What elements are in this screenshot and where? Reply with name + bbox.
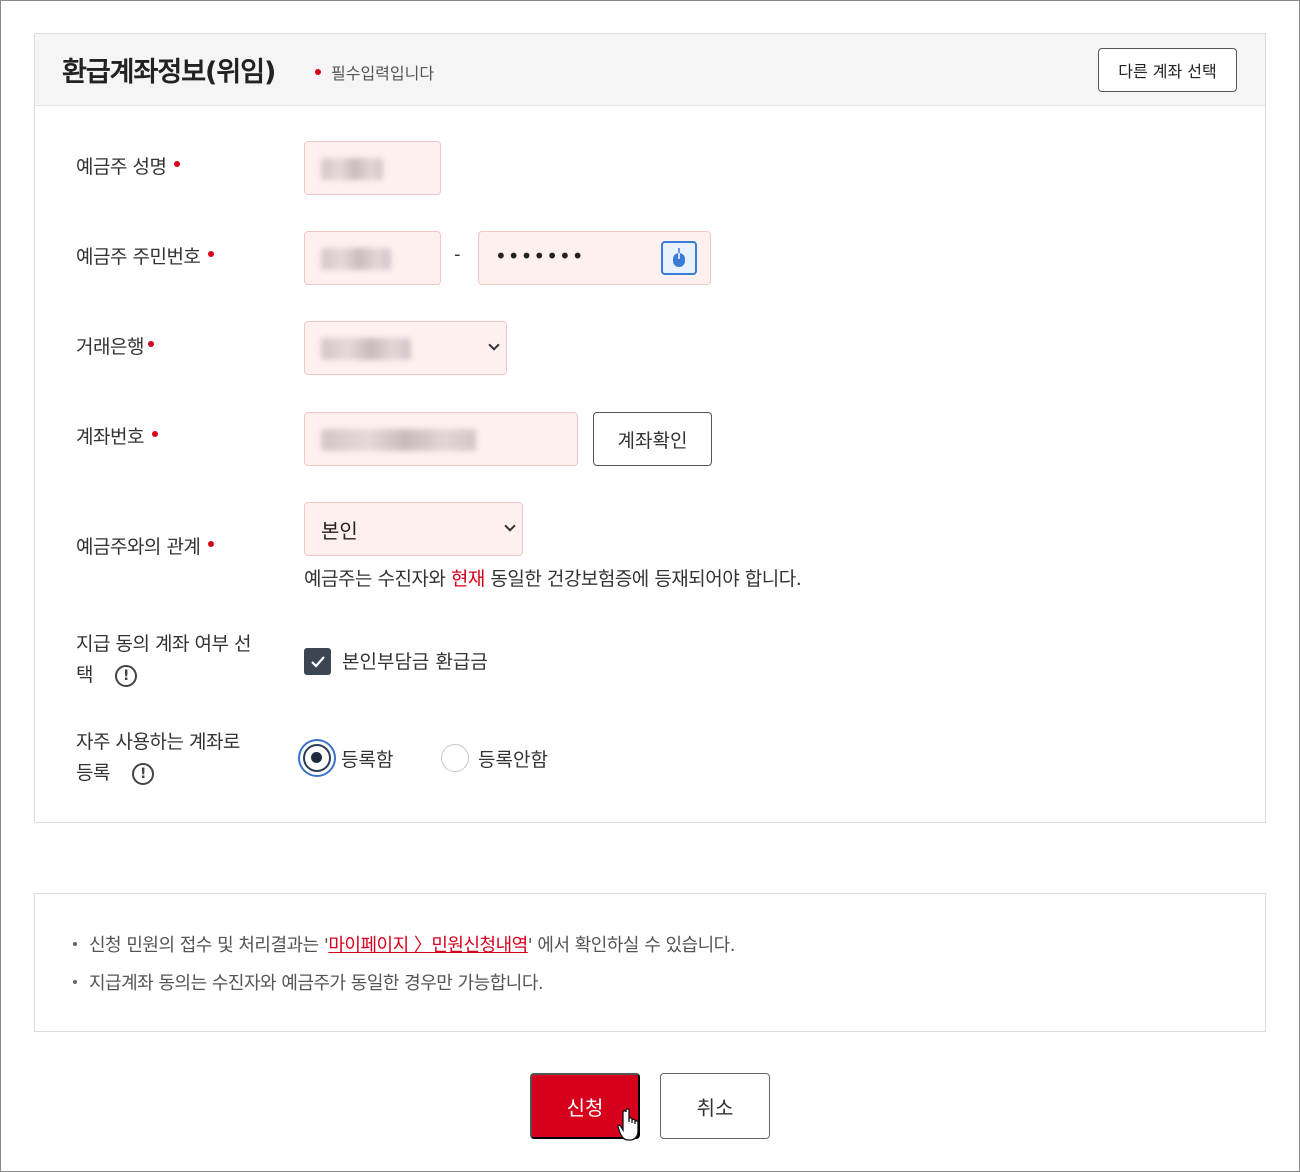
notice-item2-text: 지급계좌 동의는 수진자와 예금주가 동일한 경우만 가능합니다. — [89, 973, 544, 994]
verify-account-button[interactable]: 계좌확인 — [593, 412, 712, 466]
mypage-history-link[interactable]: 마이페이지 〉민원신청내역 — [328, 931, 528, 957]
notice-item: 지급계좌 동의는 수진자와 예금주가 동일한 경우만 가능합니다. — [73, 969, 544, 995]
radio-register[interactable] — [303, 744, 331, 772]
refund-account-panel: 환급계좌정보(위임) 필수입력입니다 다른 계좌 선택 예금주 성명 예금주 주… — [34, 33, 1266, 823]
holder-id-back-input[interactable]: ••••••• — [478, 231, 711, 285]
required-note: 필수입력입니다 — [313, 60, 434, 84]
favorite-label-line2: 등록 — [76, 762, 110, 784]
required-note-text: 필수입력입니다 — [331, 64, 435, 83]
secure-keypad-icon[interactable] — [661, 241, 697, 275]
masked-name-value — [321, 158, 383, 180]
hand-cursor-icon — [617, 1108, 639, 1141]
info-icon[interactable]: ! — [114, 664, 137, 687]
consent-checkbox-label[interactable]: 본인부담금 환급금 — [342, 647, 488, 674]
holder-name-label: 예금주 성명 — [76, 152, 190, 183]
info-icon[interactable]: ! — [131, 762, 154, 785]
hint-suffix: 동일한 건강보험증에 등재되어야 합니다. — [484, 568, 802, 590]
relation-selected-value: 본인 — [321, 519, 358, 543]
hint-accent: 현재 — [450, 568, 485, 590]
notice-box: 신청 민원의 접수 및 처리결과는 ' 마이페이지 〉민원신청내역 ' 에서 확… — [34, 893, 1266, 1032]
notice-item1-suffix: ' 에서 확인하실 수 있습니다. — [527, 935, 736, 956]
bank-select[interactable] — [304, 321, 507, 375]
notice-item: 신청 민원의 접수 및 처리결과는 ' 마이페이지 〉민원신청내역 ' 에서 확… — [73, 931, 735, 957]
id-back-masked: ••••••• — [495, 244, 585, 268]
consent-label-line1: 지급 동의 계좌 여부 선 — [76, 633, 251, 655]
notice-item1-prefix: 신청 민원의 접수 및 처리결과는 ' — [89, 935, 329, 956]
radio-not-register[interactable] — [441, 744, 469, 772]
consent-checkbox[interactable] — [304, 648, 331, 675]
required-dot-icon — [208, 540, 215, 547]
holder-id-front-input[interactable] — [304, 231, 441, 285]
panel-header: 환급계좌정보(위임) 필수입력입니다 다른 계좌 선택 — [35, 34, 1265, 106]
masked-id-front-value — [321, 248, 391, 270]
masked-bank-value — [321, 338, 411, 360]
id-separator: - — [454, 244, 461, 265]
consent-label-line2: 택 — [76, 664, 93, 686]
required-dot-icon — [174, 160, 181, 167]
holder-name-input[interactable] — [304, 141, 441, 195]
chevron-down-icon — [504, 520, 516, 532]
relation-select[interactable]: 본인 — [304, 502, 523, 556]
favorite-label: 자주 사용하는 계좌로 등록! — [76, 727, 240, 789]
radio-not-register-label[interactable]: 등록안함 — [478, 745, 548, 772]
holder-name-label-text: 예금주 성명 — [76, 156, 167, 178]
masked-account-value — [321, 429, 476, 451]
holder-id-label-text: 예금주 주민번호 — [76, 246, 201, 268]
relation-label-text: 예금주와의 관계 — [76, 536, 201, 558]
required-dot-icon — [151, 430, 158, 437]
account-label-text: 계좌번호 — [76, 426, 144, 448]
consent-label: 지급 동의 계좌 여부 선 택! — [76, 629, 251, 691]
favorite-label-line1: 자주 사용하는 계좌로 — [76, 731, 240, 753]
required-dot-icon — [147, 340, 154, 347]
required-dot-icon — [315, 69, 321, 75]
bank-label-text: 거래은행 — [76, 336, 144, 358]
holder-id-label: 예금주 주민번호 — [76, 242, 224, 273]
required-dot-icon — [208, 250, 215, 257]
account-label: 계좌번호 — [76, 422, 168, 453]
bullet-icon — [73, 942, 77, 946]
relation-hint: 예금주는 수진자와 현재 동일한 건강보험증에 등재되어야 합니다. — [304, 564, 802, 591]
cancel-button[interactable]: 취소 — [660, 1073, 770, 1139]
radio-register-label[interactable]: 등록함 — [341, 745, 393, 772]
hint-prefix: 예금주는 수진자와 — [304, 568, 451, 590]
relation-label: 예금주와의 관계 — [76, 532, 224, 563]
page-title: 환급계좌정보(위임) — [62, 57, 276, 88]
bank-label: 거래은행 — [76, 332, 164, 363]
chevron-down-icon — [488, 339, 500, 351]
other-account-button[interactable]: 다른 계좌 선택 — [1098, 48, 1237, 92]
bullet-icon — [73, 980, 77, 984]
account-number-input[interactable] — [304, 412, 578, 466]
